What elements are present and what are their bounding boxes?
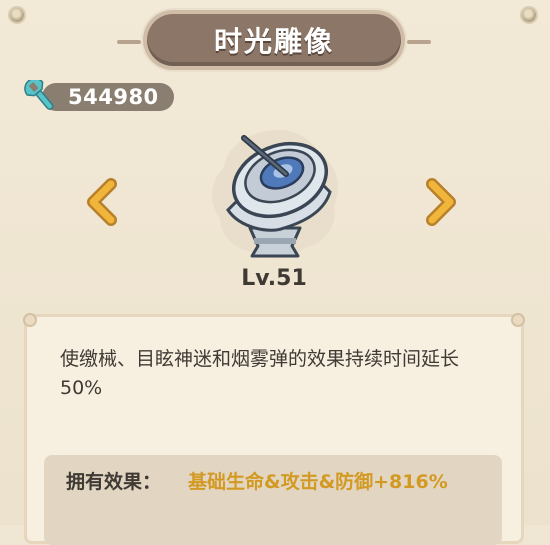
panel-corner-ornament xyxy=(513,315,523,325)
title-banner: 时光雕像 xyxy=(117,14,431,66)
description-text: 使缴械、目眩神迷和烟雾弹的效果持续时间延长50% xyxy=(60,348,460,399)
banner-ornament-right xyxy=(407,40,431,44)
rivet-top-left xyxy=(10,8,24,22)
currency-pill: 544980 xyxy=(42,83,174,111)
owned-effect-box: 拥有效果： 基础生命&攻击&防御+816% xyxy=(44,455,502,545)
rivet-top-right xyxy=(522,8,536,22)
chevron-right-icon[interactable] xyxy=(420,178,460,226)
currency-display: 544980 xyxy=(24,80,174,112)
wrench-icon xyxy=(24,80,54,110)
currency-amount: 544980 xyxy=(68,85,159,109)
sundial-artifact-icon[interactable] xyxy=(200,118,350,268)
item-level: Lv.51 xyxy=(241,266,307,291)
effect-value: 基础生命&攻击&防御+816% xyxy=(188,471,448,493)
banner-ornament-left xyxy=(117,40,141,44)
page-title: 时光雕像 xyxy=(213,25,334,58)
effect-label: 拥有效果： xyxy=(66,471,162,493)
chevron-left-icon[interactable] xyxy=(83,178,123,226)
description-panel: 使缴械、目眩神迷和烟雾弹的效果持续时间延长50% 拥有效果： 基础生命&攻击&防… xyxy=(24,314,524,545)
panel-corner-ornament xyxy=(25,315,35,325)
